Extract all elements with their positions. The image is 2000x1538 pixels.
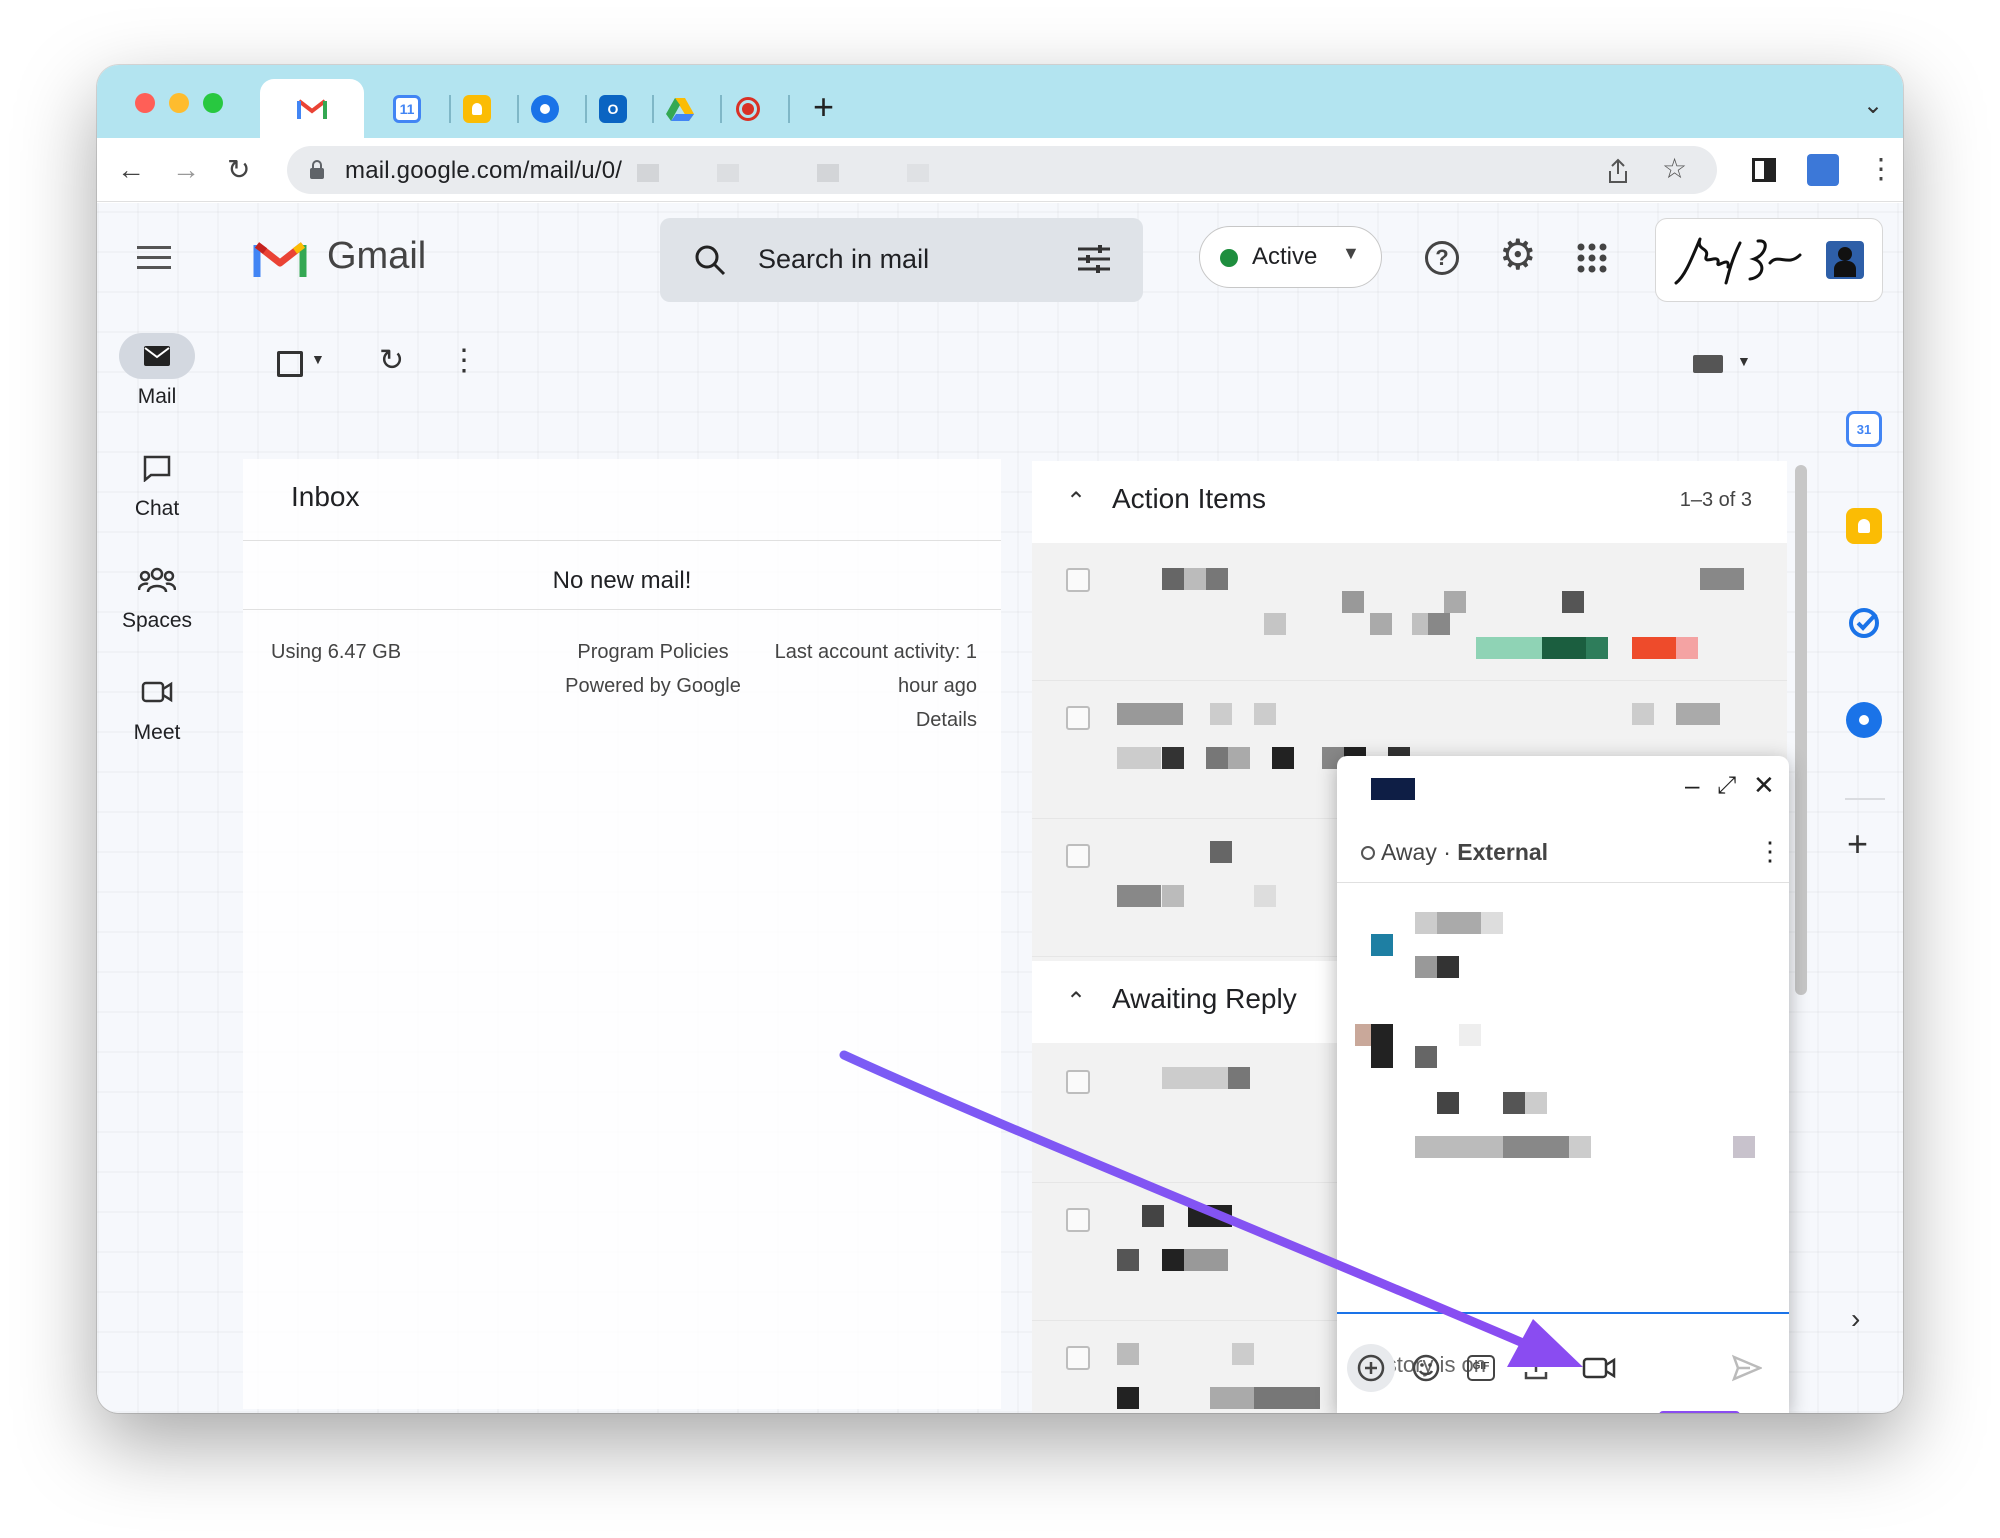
annotation-arrow-icon xyxy=(839,1050,1583,1367)
browser-window: 11 O + ⌄ ← → ↻ mail.google.com/mail/u/0/… xyxy=(97,65,1903,1413)
